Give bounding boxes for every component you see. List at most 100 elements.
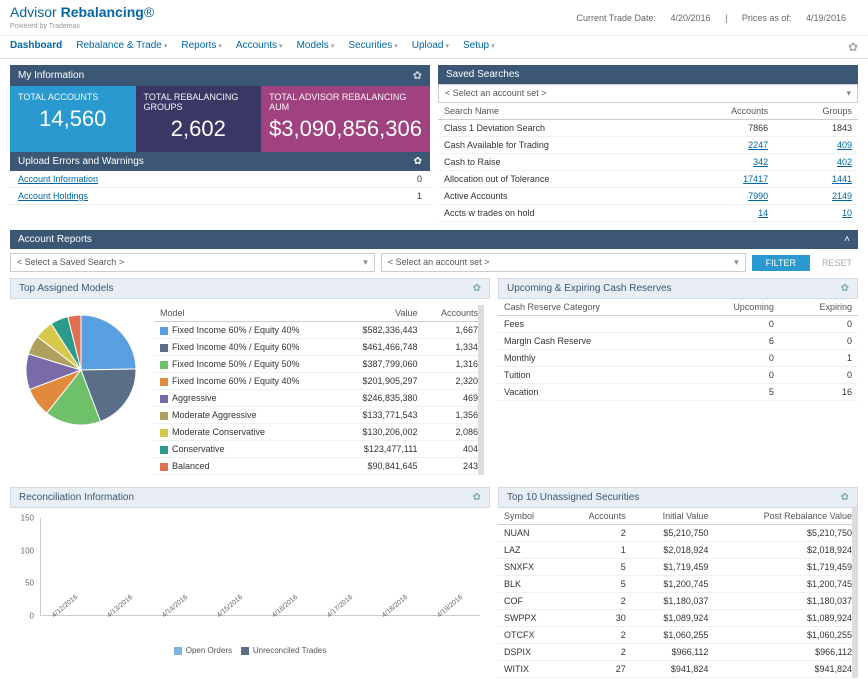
account-set-select-2[interactable]: < Select an account set >▾ xyxy=(381,253,746,272)
color-swatch xyxy=(160,446,168,454)
stat-tile: TOTAL ACCOUNTS14,560 xyxy=(10,86,136,152)
cell-accounts[interactable]: 342 xyxy=(753,157,768,167)
nav-securities[interactable]: Securities▾ xyxy=(348,40,397,54)
account-reports-header: Account Reports ˄ xyxy=(10,230,858,249)
cell-groups[interactable]: 409 xyxy=(837,140,852,150)
cell-model: Conservative xyxy=(154,441,341,458)
cell-expiring: 0 xyxy=(780,316,858,333)
cell-accounts[interactable]: 14 xyxy=(758,208,768,218)
gear-icon[interactable]: ✿ xyxy=(473,283,481,294)
cell-groups[interactable]: 2149 xyxy=(832,191,852,201)
cell-accounts: 243 xyxy=(424,458,484,475)
table-row: Fixed Income 40% / Equity 60%$461,466,74… xyxy=(154,339,484,356)
cell-symbol: DSPIX xyxy=(498,644,562,661)
cell-accounts[interactable]: 7990 xyxy=(748,191,768,201)
cell-post: $1,719,459 xyxy=(714,559,858,576)
table-row: Monthly01 xyxy=(498,350,858,367)
cell-initial: $966,112 xyxy=(632,644,715,661)
cell-value: $133,771,543 xyxy=(341,407,424,424)
gear-icon[interactable]: ✿ xyxy=(841,283,849,294)
cell-accounts[interactable]: 2247 xyxy=(748,140,768,150)
gear-icon[interactable]: ✿ xyxy=(841,492,849,503)
table-row: Moderate Conservative$130,206,0022,086 xyxy=(154,424,484,441)
cell-initial: $1,089,924 xyxy=(632,610,715,627)
color-swatch xyxy=(160,378,168,386)
nav-accounts[interactable]: Accounts▾ xyxy=(236,40,283,54)
nav-rebalance-trade[interactable]: Rebalance & Trade▾ xyxy=(76,40,167,54)
nav-dashboard[interactable]: Dashboard xyxy=(10,40,62,54)
gear-icon[interactable]: ✿ xyxy=(848,40,858,54)
stat-tile: TOTAL ADVISOR REBALANCING AUM$3,090,856,… xyxy=(261,86,430,152)
cell-accounts: 469 xyxy=(424,390,484,407)
cell-value: $582,336,443 xyxy=(341,322,424,339)
col-value: Value xyxy=(341,305,424,322)
cell-groups[interactable]: 10 xyxy=(842,208,852,218)
nav-reports[interactable]: Reports▾ xyxy=(181,40,222,54)
chevron-down-icon: ▾ xyxy=(445,43,449,50)
chevron-down-icon: ▾ xyxy=(734,257,739,268)
nav-upload[interactable]: Upload▾ xyxy=(412,40,449,54)
cell-groups[interactable]: 402 xyxy=(837,157,852,167)
filter-button[interactable]: FILTER xyxy=(752,255,810,271)
table-row: Aggressive$246,835,380469 xyxy=(154,390,484,407)
cell-cat: Tuition xyxy=(498,367,688,384)
cell-model: Aggressive xyxy=(154,390,341,407)
color-swatch xyxy=(160,429,168,437)
cell-initial: $1,200,745 xyxy=(632,576,715,593)
cell-symbol: SNXFX xyxy=(498,559,562,576)
table-row: WITIX27$941,824$941,824 xyxy=(498,661,858,678)
nav-setup[interactable]: Setup▾ xyxy=(463,40,495,54)
table-row: Fixed Income 60% / Equity 40%$201,905,29… xyxy=(154,373,484,390)
col-accounts: Accounts xyxy=(675,103,774,120)
table-row: LAZ1$2,018,924$2,018,924 xyxy=(498,542,858,559)
table-row: Active Accounts79902149 xyxy=(438,188,858,205)
upload-link[interactable]: Account Information xyxy=(18,174,98,184)
gear-icon[interactable]: ✿ xyxy=(414,156,422,167)
col-category: Cash Reserve Category xyxy=(498,299,688,316)
cell-name: Cash Available for Trading xyxy=(438,137,675,154)
upload-errors-header: Upload Errors and Warnings ✿ xyxy=(10,152,430,171)
cell-symbol: BLK xyxy=(498,576,562,593)
cell-name: Allocation out of Tolerance xyxy=(438,171,675,188)
table-row: Balanced$90,841,645243 xyxy=(154,458,484,475)
gear-icon[interactable]: ✿ xyxy=(473,492,481,503)
gear-icon[interactable]: ✿ xyxy=(413,69,422,82)
color-swatch xyxy=(160,344,168,352)
cell-value: $246,835,380 xyxy=(341,390,424,407)
collapse-icon[interactable]: ˄ xyxy=(844,234,850,245)
cell-accounts: 2,086 xyxy=(424,424,484,441)
cell-model: Moderate Aggressive xyxy=(154,407,341,424)
cell-model: Balanced xyxy=(154,458,341,475)
table-row: SNXFX5$1,719,459$1,719,459 xyxy=(498,559,858,576)
cell-accounts[interactable]: 17417 xyxy=(743,174,768,184)
account-set-select[interactable]: < Select an account set >▾ xyxy=(438,84,858,103)
cell-acct: 2 xyxy=(562,593,632,610)
reset-button[interactable]: RESET xyxy=(816,255,858,271)
logo-subtitle: Powered by Trademax xyxy=(10,23,80,30)
cell-post: $966,112 xyxy=(714,644,858,661)
cell-initial: $1,060,255 xyxy=(632,627,715,644)
saved-search-select[interactable]: < Select a Saved Search >▾ xyxy=(10,253,375,272)
table-row: DSPIX2$966,112$966,112 xyxy=(498,644,858,661)
cell-symbol: NUAN xyxy=(498,525,562,542)
cell-expiring: 1 xyxy=(780,350,858,367)
chevron-down-icon: ▾ xyxy=(164,43,168,50)
cell-value: $130,206,002 xyxy=(341,424,424,441)
upload-link[interactable]: Account Holdings xyxy=(18,191,88,201)
cell-acct: 1 xyxy=(562,542,632,559)
table-row: Accts w trades on hold1410 xyxy=(438,205,858,222)
nav-models[interactable]: Models▾ xyxy=(297,40,335,54)
cell-upcoming: 6 xyxy=(688,333,780,350)
table-row: COF2$1,180,037$1,180,037 xyxy=(498,593,858,610)
col-upcoming: Upcoming xyxy=(688,299,780,316)
cell-groups[interactable]: 1441 xyxy=(832,174,852,184)
cell-post: $1,060,255 xyxy=(714,627,858,644)
top-models-header: Top Assigned Models✿ xyxy=(10,278,490,299)
table-row: Fees00 xyxy=(498,316,858,333)
cell-model: Fixed Income 60% / Equity 40% xyxy=(154,322,341,339)
cell-expiring: 16 xyxy=(780,384,858,401)
cell-value: $123,477,111 xyxy=(341,441,424,458)
col-accounts: Accounts xyxy=(424,305,484,322)
cell-accounts: 1,667 xyxy=(424,322,484,339)
table-row: SWPPX30$1,089,924$1,089,924 xyxy=(498,610,858,627)
